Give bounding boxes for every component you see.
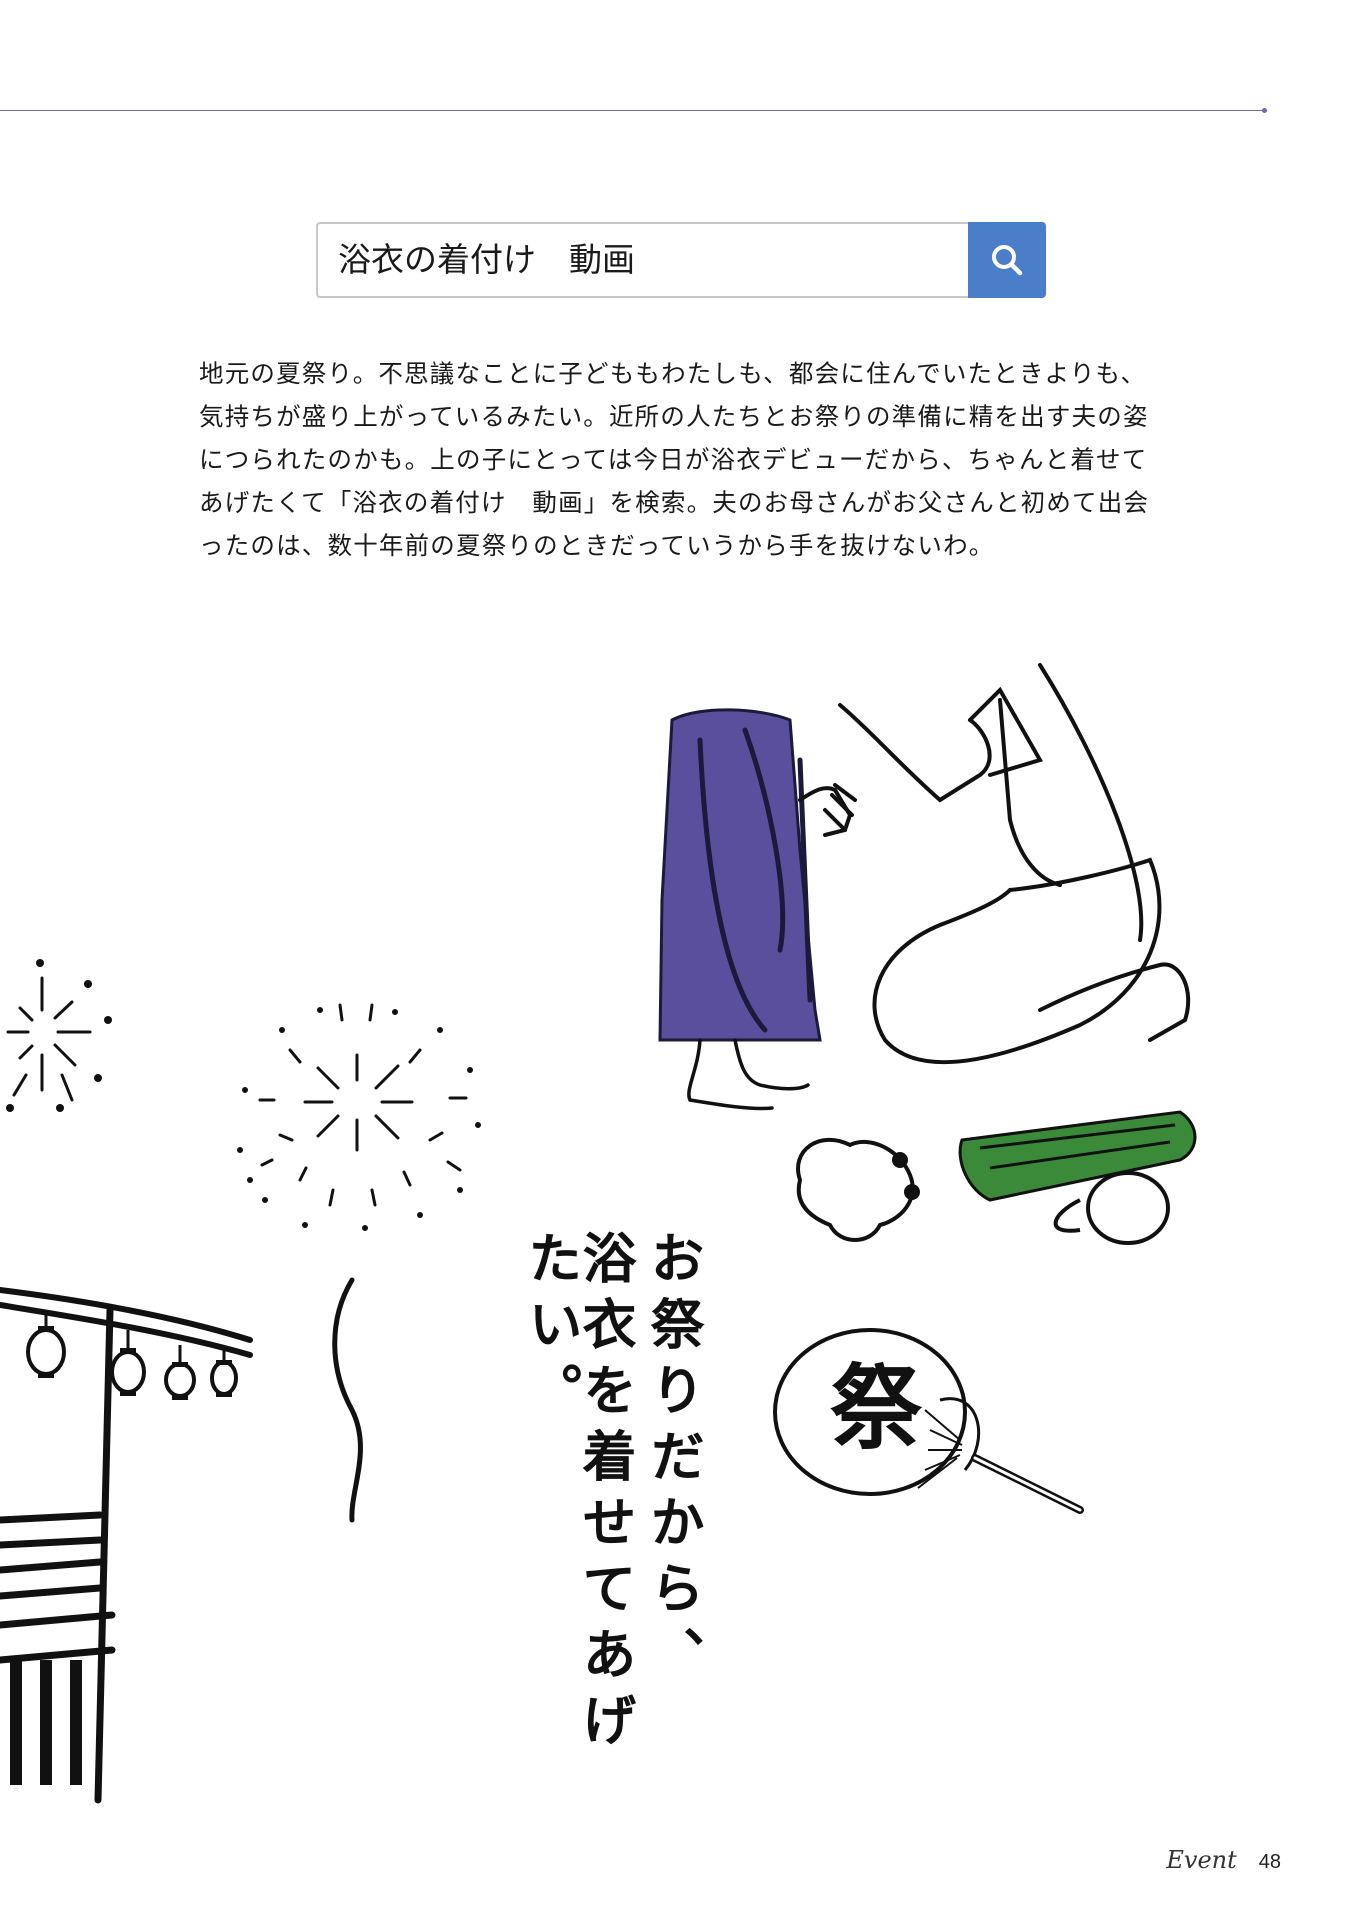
section-name: Event (1166, 1846, 1237, 1874)
child-feet (687, 1038, 810, 1111)
page-number: 48 (1258, 1851, 1281, 1873)
firework-center-dots (237, 1007, 481, 1231)
firework-center-icon (258, 1003, 468, 1207)
stall-curtain (10, 1660, 82, 1785)
fan-character: 祭 (830, 1354, 923, 1462)
firework-left-dots (6, 959, 112, 1112)
uchiwa-fan-icon: 祭 (773, 1328, 1084, 1514)
toy-icon (796, 1138, 920, 1242)
search-button[interactable] (968, 222, 1046, 298)
search-icon (992, 245, 1023, 276)
caption-line-2: 浴衣を着せてあげたい。 (519, 1230, 637, 1758)
firework-left-icon (6, 976, 92, 1102)
header-rule (0, 110, 1264, 111)
search-bar: 浴衣の着付け 動画 (316, 222, 1046, 298)
header-rule-dot (1262, 108, 1267, 113)
firework-trail (332, 1277, 363, 1523)
page-footer: Event 48 (1166, 1846, 1281, 1874)
body-paragraph: 地元の夏祭り。不思議なことに子どももわたしも、都会に住んでいたときよりも、気持ち… (199, 359, 1150, 560)
adult-figure (798, 663, 1191, 1065)
search-input[interactable]: 浴衣の着付け 動画 (316, 222, 968, 298)
caption-line-1: お祭りだから、 (641, 1230, 705, 1692)
handwritten-caption: お祭りだから、 浴衣を着せてあげたい。 (500, 1230, 705, 1790)
